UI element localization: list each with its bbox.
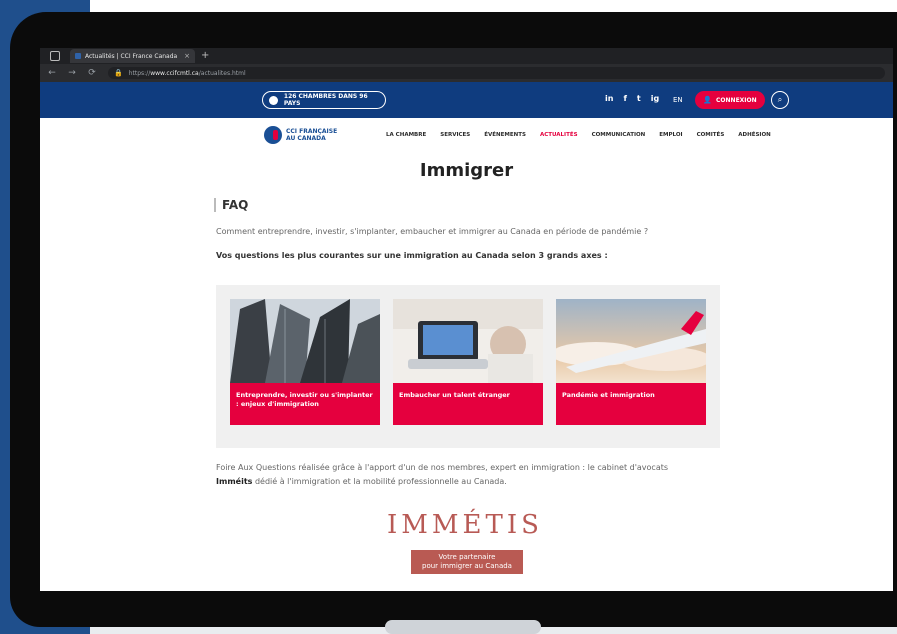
url-input[interactable]: 🔒 https://www.ccifcmtl.ca/actualites.htm… xyxy=(108,67,885,79)
card-label: Embaucher un talent étranger xyxy=(393,383,543,425)
logo-text-line1: CCI FRANÇAISE xyxy=(286,128,338,135)
linkedin-icon[interactable]: in xyxy=(605,94,613,103)
menu-item-la-chambre[interactable]: LA CHAMBRE xyxy=(386,132,426,138)
tab-title: Actualités | CCI France Canada xyxy=(85,52,178,60)
intro-text: Comment entreprendre, investir, s'implan… xyxy=(216,227,649,236)
logo-text: CCI FRANÇAISE AU CANADA xyxy=(286,128,346,142)
site-logo[interactable]: CCI FRANÇAISE AU CANADA xyxy=(264,126,346,144)
faq-card[interactable]: Entreprendre, investir ou s'implanter : … xyxy=(230,299,380,425)
main-menu: LA CHAMBRE SERVICES ÉVÉNEMENTS ACTUALITÉ… xyxy=(386,132,771,138)
partner-tagline: Votre partenaire pour immigrer au Canada xyxy=(411,550,523,574)
login-label: CONNEXION xyxy=(716,96,757,104)
logo-text-line2: AU CANADA xyxy=(286,135,326,142)
window-icon[interactable] xyxy=(50,51,60,61)
social-links: in f t ig xyxy=(605,94,659,103)
menu-item-comites[interactable]: COMITÉS xyxy=(697,132,725,138)
user-icon: 👤 xyxy=(703,96,713,104)
login-button[interactable]: 👤 CONNEXION xyxy=(695,91,765,109)
browser-tabbar: Actualités | CCI France Canada × + xyxy=(40,48,893,64)
instagram-icon[interactable]: ig xyxy=(651,94,659,103)
partner-logo[interactable]: IMMÉTIS Votre partenaire pour immigrer a… xyxy=(375,504,555,586)
menu-item-emploi[interactable]: EMPLOI xyxy=(659,132,682,138)
menu-item-services[interactable]: SERVICES xyxy=(440,132,470,138)
section-heading: FAQ xyxy=(214,198,248,212)
laptop-base xyxy=(385,620,541,634)
card-label: Pandémie et immigration xyxy=(556,383,706,425)
card-label: Entreprendre, investir ou s'implanter : … xyxy=(230,383,380,425)
twitter-icon[interactable]: t xyxy=(637,94,641,103)
credits-text-part2: dédié à l'immigration et la mobilité pro… xyxy=(254,477,507,486)
forward-icon[interactable]: → xyxy=(64,68,80,78)
credits-text: Foire Aux Questions réalisée grâce à l'a… xyxy=(216,461,736,489)
facebook-icon[interactable]: f xyxy=(623,94,626,103)
main-content: Immigrer FAQ Comment entreprendre, inves… xyxy=(40,152,893,591)
chambers-label: 126 CHAMBRES DANS 96 PAYS xyxy=(283,93,368,107)
language-switch[interactable]: EN xyxy=(673,96,683,104)
tab-favicon-icon xyxy=(75,53,81,59)
card-image-laptop xyxy=(393,299,543,383)
back-icon[interactable]: ← xyxy=(44,68,60,78)
credits-strong[interactable]: Imméits xyxy=(216,477,252,486)
partner-tagline-line1: Votre partenaire xyxy=(438,553,496,561)
menu-item-evenements[interactable]: ÉVÉNEMENTS xyxy=(484,132,526,138)
lead-text: Vos questions les plus courantes sur une… xyxy=(216,251,608,260)
menu-item-communication[interactable]: COMMUNICATION xyxy=(592,132,646,138)
page-title: Immigrer xyxy=(419,160,514,181)
globe-icon xyxy=(269,95,278,105)
card-image-airplane-wing xyxy=(556,299,706,383)
menu-item-actualites[interactable]: ACTUALITÉS xyxy=(540,132,578,138)
new-tab-icon[interactable]: + xyxy=(201,51,209,61)
immetis-logo-text: IMMÉTIS xyxy=(387,510,543,540)
card-image-skyscrapers xyxy=(230,299,380,383)
url-prefix: https:// xyxy=(128,69,151,77)
site-navigation: CCI FRANÇAISE AU CANADA LA CHAMBRE SERVI… xyxy=(40,118,893,153)
partner-tagline-line2: pour immigrer au Canada xyxy=(422,562,512,570)
reload-icon[interactable]: ⟳ xyxy=(84,68,100,78)
lock-icon: 🔒 xyxy=(114,69,123,77)
chambers-button[interactable]: 126 CHAMBRES DANS 96 PAYS xyxy=(262,91,386,109)
faq-cards: Entreprendre, investir ou s'implanter : … xyxy=(216,285,720,448)
credits-text-part1: Foire Aux Questions réalisée grâce à l'a… xyxy=(216,463,669,472)
browser-addressbar: ← → ⟳ 🔒 https://www.ccifcmtl.ca/actualit… xyxy=(40,64,893,82)
close-icon[interactable]: × xyxy=(184,52,190,60)
search-icon[interactable]: ⌕ xyxy=(771,91,789,109)
browser-screen: Actualités | CCI France Canada × + ← → ⟳… xyxy=(40,48,893,591)
url-path: /actualites.html xyxy=(198,69,246,77)
faq-card[interactable]: Embaucher un talent étranger xyxy=(393,299,543,425)
site-topbar: 126 CHAMBRES DANS 96 PAYS in f t ig EN 👤… xyxy=(40,82,893,118)
url-text: https://www.ccifcmtl.ca/actualites.html xyxy=(129,70,246,77)
menu-item-adhesion[interactable]: ADHÉSION xyxy=(738,132,770,138)
browser-tab[interactable]: Actualités | CCI France Canada × xyxy=(70,49,195,63)
url-domain: www.ccifcmtl.ca xyxy=(150,69,199,77)
faq-card[interactable]: Pandémie et immigration xyxy=(556,299,706,425)
cci-logo-icon xyxy=(264,126,282,144)
